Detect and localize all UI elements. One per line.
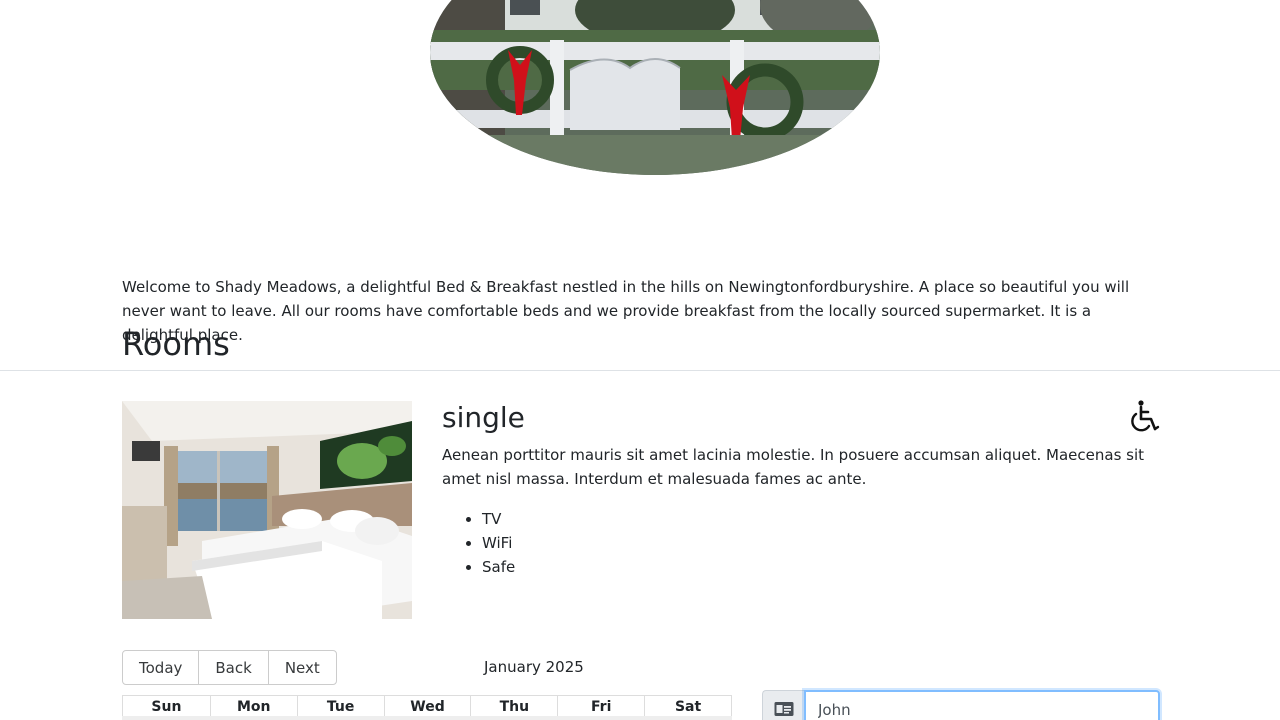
- firstname-input-group: [762, 690, 1160, 720]
- intro-text: Welcome to Shady Meadows, a delightful B…: [122, 278, 1130, 344]
- calendar-month-label: January 2025: [484, 658, 584, 676]
- room-type-title: single: [442, 401, 525, 434]
- page: Welcome to Shady Meadows, a delightful B…: [0, 0, 1280, 720]
- next-button[interactable]: Next: [267, 650, 337, 685]
- room-image: [122, 401, 412, 619]
- today-button[interactable]: Today: [122, 650, 200, 685]
- calendar-grid[interactable]: [122, 716, 732, 720]
- id-card-icon: [762, 690, 804, 720]
- feature-item: Safe: [482, 555, 515, 579]
- hero-image: [430, 0, 880, 175]
- back-button[interactable]: Back: [198, 650, 269, 685]
- section-divider: [0, 370, 1280, 371]
- feature-item: WiFi: [482, 531, 515, 555]
- room-features-list: TV WiFi Safe: [442, 507, 515, 579]
- feature-item: TV: [482, 507, 515, 531]
- room-description: Aenean porttitor mauris sit amet lacinia…: [442, 446, 1145, 488]
- firstname-input[interactable]: [804, 690, 1160, 720]
- rooms-heading: Rooms: [122, 325, 230, 363]
- calendar-nav-buttons: Today Back Next: [122, 650, 337, 685]
- wheelchair-icon: [1125, 399, 1161, 435]
